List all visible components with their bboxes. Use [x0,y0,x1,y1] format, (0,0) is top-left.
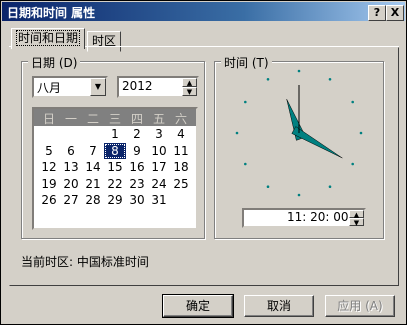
time-up-icon[interactable]: ▲ [349,210,364,219]
clock-marker [351,162,354,166]
window-title: 日期和时间 属性 [7,6,96,20]
calendar-day[interactable]: 10 [148,143,170,159]
title-bar[interactable]: 日期和时间 属性 ? X [2,2,405,21]
calendar[interactable]: 日一二三四五六 1 2 3 4 5 6 7 8 9 10 11 12 13 14 15 16 17 18 19 20 2… [32,107,198,230]
month-select[interactable]: 八月 ▼ [32,76,108,98]
calendar-day[interactable]: 11 [170,143,192,159]
calendar-day[interactable]: 18 [170,159,192,175]
calendar-day[interactable]: 27 [60,192,82,208]
help-button[interactable]: ? [368,5,386,21]
calendar-day[interactable]: 26 [38,192,60,208]
time-spinner[interactable]: 11: 20: 00 ▲ ▼ [242,208,366,228]
clock-marker [235,131,239,135]
cancel-button[interactable]: 取消 [244,295,314,317]
calendar-day[interactable]: 28 [82,192,104,208]
calendar-day[interactable]: 4 [170,126,192,142]
clock-marker [244,100,247,104]
calendar-day[interactable]: 24 [148,176,170,192]
calendar-day[interactable]: 5 [38,143,60,159]
weekday-label: 二 [86,112,99,126]
date-group-label: 日期 (D) [28,54,81,71]
weekday-label: 三 [108,112,121,126]
calendar-day[interactable]: 2 [126,126,148,142]
calendar-day[interactable]: 3 [148,126,170,142]
calendar-day[interactable]: 23 [126,176,148,192]
calendar-day[interactable]: 30 [126,192,148,208]
clock-marker [266,185,270,188]
year-spinner[interactable]: 2012 ▲ ▼ [117,76,199,98]
calendar-day[interactable]: 31 [148,192,170,208]
calendar-day[interactable]: 15 [104,159,126,175]
year-up-icon[interactable]: ▲ [182,78,197,87]
calendar-day[interactable]: 29 [104,192,126,208]
clock-marker [266,78,270,81]
calendar-day[interactable]: 14 [82,159,104,175]
current-timezone: 当前时区: 中国标准时间 [21,255,149,269]
chevron-down-icon[interactable]: ▼ [90,78,106,96]
weekday-label: 一 [64,112,77,126]
weekday-label: 五 [152,112,165,126]
calendar-day[interactable]: 12 [38,159,60,175]
time-value: 11: 20: 00 [287,210,349,224]
tab-time-date-label: 时间和日期 [16,30,81,46]
calendar-weekday-header: 日一二三四五六 [34,109,196,126]
month-value: 八月 [37,81,62,95]
weekday-label: 四 [130,112,143,126]
clock-marker [297,193,301,197]
clock-marker [351,100,354,104]
clock-marker [297,69,301,73]
time-down-icon[interactable]: ▼ [349,218,364,227]
calendar-day[interactable]: 20 [60,176,82,192]
calendar-day[interactable]: 19 [38,176,60,192]
clock-marker [328,185,332,188]
calendar-day[interactable]: 21 [82,176,104,192]
calendar-day[interactable]: 9 [126,143,148,159]
close-button[interactable]: X [386,5,404,21]
clock-marker [244,162,247,166]
clock-marker [359,131,363,135]
ok-button[interactable]: 确定 [162,294,234,318]
year-value: 2012 [122,79,153,93]
calendar-day[interactable]: 17 [148,159,170,175]
tab-time-date[interactable]: 时间和日期 [11,28,86,49]
calendar-day[interactable]: 25 [170,176,192,192]
calendar-day[interactable]: 22 [104,176,126,192]
weekday-label: 日 [42,112,55,126]
calendar-day-selected[interactable]: 8 [104,142,126,159]
apply-button[interactable]: 应用 (A) [325,295,395,317]
calendar-day[interactable]: 13 [60,159,82,175]
calendar-day[interactable]: 6 [60,143,82,159]
calendar-day[interactable]: 1 [104,126,126,142]
date-time-properties-window: 日期和时间 属性 ? X 时间和日期 时区 日期 (D) 八月 ▼ 2012 ▲… [0,0,407,325]
year-down-icon[interactable]: ▼ [182,87,197,96]
calendar-day[interactable]: 16 [126,159,148,175]
weekday-label: 六 [174,112,187,126]
clock-marker [328,78,332,81]
calendar-day[interactable]: 7 [82,143,104,159]
